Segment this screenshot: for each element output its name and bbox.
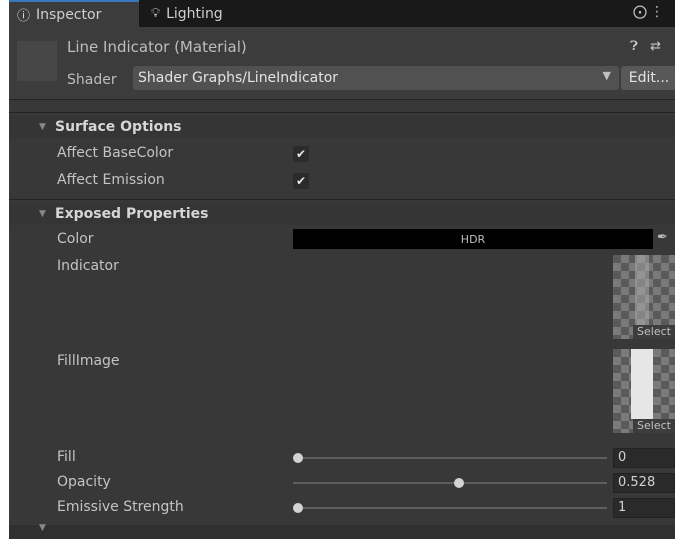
fillimage-label: FillImage [57,353,120,369]
tab-lighting[interactable]: 💡︎ Lighting [143,0,301,27]
window-menu-icon[interactable]: ⨀⋮ [633,4,667,20]
emissive-strength-value-field[interactable]: 1 [613,498,675,518]
inspector-window: ⓘ Inspector 💡︎ Lighting ⨀⋮ Line Indicato… [9,0,675,539]
opacity-label: Opacity [57,474,111,490]
lightbulb-icon: 💡︎ [151,6,161,21]
affect-basecolor-label: Affect BaseColor [57,145,174,161]
tab-bar: ⓘ Inspector 💡︎ Lighting ⨀⋮ [9,0,675,27]
color-field[interactable]: HDR [293,229,653,249]
foldout-arrow-icon: ▼ [39,122,46,132]
edit-shader-button[interactable]: Edit... [621,66,675,90]
color-label: Color [57,231,94,247]
emissive-strength-slider-handle[interactable] [293,503,303,513]
shader-dropdown[interactable]: Shader Graphs/LineIndicator ▼ [133,66,619,90]
chevron-down-icon: ▼ [602,69,611,82]
material-title: Line Indicator (Material) [67,38,247,56]
hdr-badge: HDR [460,232,486,246]
affect-basecolor-checkbox[interactable]: ✔ [293,146,309,162]
indicator-select-button[interactable]: Select [633,325,675,339]
material-preview-thumbnail [17,41,57,81]
fillimage-select-button[interactable]: Select [633,419,675,433]
fill-slider[interactable] [293,453,607,463]
fill-label: Fill [57,449,76,465]
eyedropper-icon[interactable]: ✒ [657,230,668,245]
shader-dropdown-value: Shader Graphs/LineIndicator [138,70,339,86]
affect-emission-label: Affect Emission [57,172,165,188]
affect-emission-checkbox[interactable]: ✔ [293,173,309,189]
indicator-texture-slot[interactable]: Select [613,255,675,339]
shader-label: Shader [67,72,117,88]
exposed-properties-title: Exposed Properties [55,206,209,222]
opacity-value-field[interactable]: 0.528 [613,473,675,493]
exposed-properties-header[interactable]: ▼ Exposed Properties [9,203,675,225]
surface-options-header[interactable]: ▼ Surface Options [9,116,675,138]
opacity-slider[interactable] [293,478,607,488]
preset-icon[interactable]: ⇄ [650,39,665,54]
divider [9,199,675,200]
indicator-label: Indicator [57,258,119,274]
foldout-arrow-icon: ▼ [39,523,46,533]
fill-slider-handle[interactable] [293,453,303,463]
emissive-strength-label: Emissive Strength [57,499,184,515]
tab-inspector[interactable]: ⓘ Inspector [9,0,139,27]
fillimage-texture-slot[interactable]: Select [613,349,675,433]
fill-value-field[interactable]: 0 [613,448,675,468]
tab-lighting-label: Lighting [166,5,223,22]
divider [9,99,675,100]
help-icon[interactable]: ❓︎ [630,39,642,54]
foldout-arrow-icon: ▼ [39,209,46,219]
surface-options-title: Surface Options [55,119,182,135]
divider [9,112,675,113]
next-section-header-partial: ▼ [9,523,675,539]
tab-inspector-label: Inspector [36,6,102,23]
material-header: Line Indicator (Material) ❓︎ ⇄ Shader Sh… [9,27,675,99]
opacity-slider-handle[interactable] [453,478,464,488]
emissive-strength-slider[interactable] [293,503,607,513]
info-icon: ⓘ [17,9,31,24]
